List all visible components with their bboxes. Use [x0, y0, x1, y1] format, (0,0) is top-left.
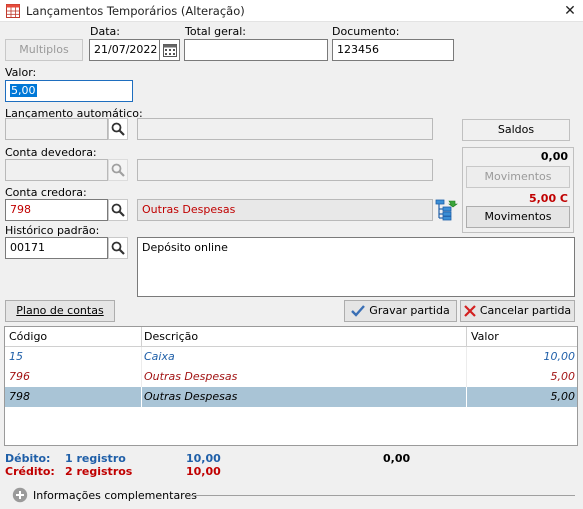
cell-valor: 10,00	[543, 350, 576, 363]
lancamento-automatico-description	[137, 118, 433, 140]
conta-devedora-search[interactable]	[108, 159, 128, 181]
plano-de-contas-button[interactable]: Plano de contas	[5, 300, 115, 322]
expand-info-button[interactable]	[12, 487, 28, 503]
cancelar-partida-label: Cancelar partida	[479, 304, 572, 317]
documento-field[interactable]: 123456	[332, 39, 454, 61]
search-icon	[111, 122, 125, 136]
valor-field[interactable]: 5,00	[5, 80, 133, 102]
table-row-selected[interactable]: 798 Outras Despesas 5,00	[5, 387, 577, 407]
valor-label: Valor:	[5, 66, 37, 79]
movimentos-devedora-button[interactable]: Movimentos	[466, 166, 570, 188]
valor-selected-text: 5,00	[10, 84, 37, 97]
close-icon[interactable]: ✕	[560, 1, 580, 21]
column-codigo[interactable]: Código	[9, 330, 47, 343]
cell-codigo: 796	[9, 370, 30, 383]
saldos-header: Saldos	[462, 119, 570, 141]
cancel-x-icon	[464, 305, 476, 317]
cell-descricao: Outras Despesas	[144, 370, 238, 383]
conta-credora-description: Outras Despesas	[137, 199, 433, 221]
checkmark-icon	[351, 305, 366, 317]
plus-circle-icon	[12, 487, 28, 503]
documento-label: Documento:	[332, 25, 400, 38]
gravar-partida-button[interactable]: Gravar partida	[344, 300, 457, 322]
movimentos-credora-button[interactable]: Movimentos	[466, 206, 570, 228]
saldo-devedora-value: 0,00	[540, 150, 568, 163]
conta-devedora-label: Conta devedora:	[5, 146, 97, 159]
conta-devedora-code[interactable]	[5, 159, 108, 181]
conta-credora-label: Conta credora:	[5, 186, 87, 199]
data-field[interactable]: 21/07/2022	[89, 39, 160, 61]
table-row[interactable]: 796 Outras Despesas 5,00	[5, 367, 577, 387]
tree-icon	[435, 199, 458, 221]
debito-valor: 10,00	[186, 452, 221, 465]
conta-devedora-description	[137, 159, 433, 181]
gravar-partida-label: Gravar partida	[369, 304, 450, 317]
debito-label: Débito:	[5, 452, 51, 465]
search-icon	[111, 241, 125, 255]
calendar-icon	[162, 44, 177, 57]
calendar-button[interactable]	[160, 39, 180, 61]
cancelar-partida-button[interactable]: Cancelar partida	[460, 300, 575, 322]
historico-padrao-search[interactable]	[108, 237, 128, 259]
column-valor[interactable]: Valor	[471, 330, 499, 343]
plano-de-contas-label: Plano de contas	[16, 304, 104, 317]
window-title: Lançamentos Temporários (Alteração)	[26, 4, 245, 18]
tree-accounts-button[interactable]	[434, 198, 458, 222]
cell-valor: 5,00	[550, 390, 576, 403]
saldo-credora-value: 5,00 C	[528, 192, 568, 205]
credito-registros: 2 registros	[65, 465, 133, 478]
title-bar: Lançamentos Temporários (Alteração) ✕	[0, 0, 583, 22]
conta-credora-code[interactable]: 798	[5, 199, 108, 221]
historico-text-area[interactable]: Depósito online	[137, 237, 575, 297]
lancamento-automatico-search[interactable]	[108, 118, 128, 140]
cell-descricao: Outras Despesas	[144, 390, 238, 403]
credito-valor: 10,00	[186, 465, 221, 478]
cell-valor: 5,00	[550, 370, 576, 383]
historico-padrao-code[interactable]: 00171	[5, 237, 108, 259]
conta-credora-search[interactable]	[108, 199, 128, 221]
column-descricao[interactable]: Descrição	[144, 330, 198, 343]
cell-codigo: 15	[9, 350, 23, 363]
informacoes-complementares-label[interactable]: Informações complementares	[33, 489, 197, 502]
total-geral-field[interactable]	[184, 39, 328, 61]
debito-registros: 1 registro	[65, 452, 126, 465]
multiplos-button[interactable]: Multiplos	[5, 39, 83, 61]
diferenca-valor: 0,00	[383, 452, 411, 465]
search-icon	[111, 163, 125, 177]
spreadsheet-icon	[6, 4, 20, 18]
cell-descricao: Caixa	[144, 350, 175, 363]
total-geral-label: Total geral:	[185, 25, 246, 38]
data-label: Data:	[90, 25, 120, 38]
cell-codigo: 798	[9, 390, 30, 403]
entries-table: Código Descrição Valor 15 Caixa 10,00 79…	[4, 326, 578, 446]
info-divider	[190, 495, 575, 496]
table-header: Código Descrição Valor	[5, 327, 577, 347]
lancamento-automatico-code[interactable]	[5, 118, 108, 140]
table-row[interactable]: 15 Caixa 10,00	[5, 347, 577, 367]
historico-padrao-label: Histórico padrão:	[5, 224, 100, 237]
credito-label: Crédito:	[5, 465, 55, 478]
search-icon	[111, 203, 125, 217]
